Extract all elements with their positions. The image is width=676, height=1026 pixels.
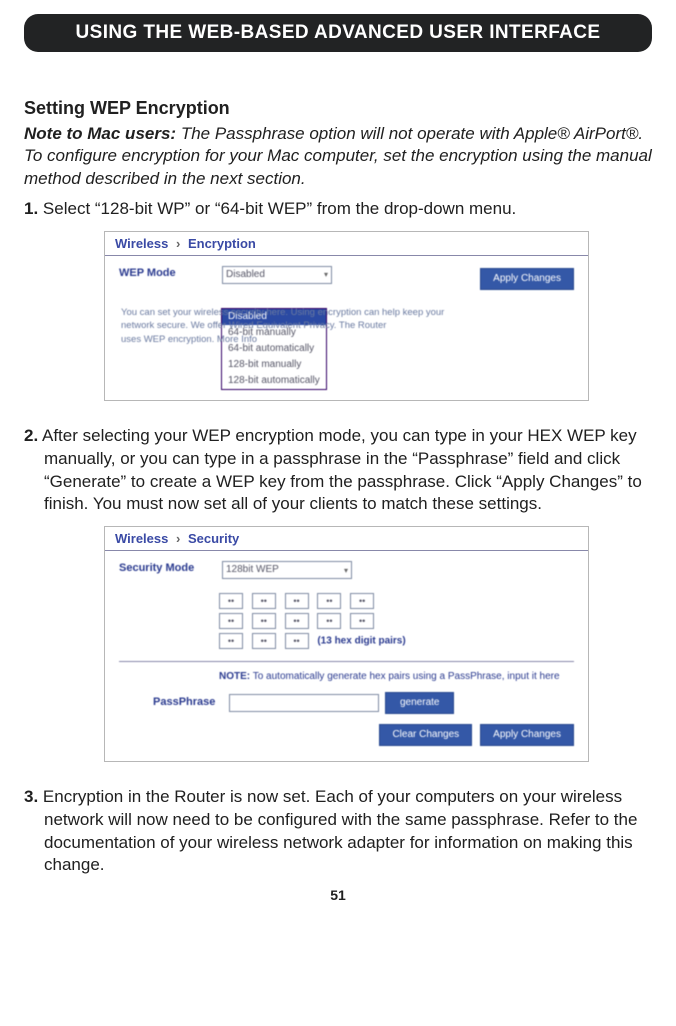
hex-row-3: •• •• •• (13 hex digit pairs) — [219, 633, 574, 649]
screenshot-security: Wireless › Security Security Mode 128bit… — [104, 526, 589, 762]
hex-input[interactable]: •• — [252, 633, 276, 649]
option-128-manual[interactable]: 128-bit manually — [222, 357, 326, 373]
apply-changes-button[interactable]: Apply Changes — [480, 724, 574, 746]
help-line3: uses WEP encryption. More Info — [121, 334, 257, 345]
mac-note-lead: Note to Mac users: — [24, 124, 176, 143]
help-line2: network secure. We offer Wired Equivalen… — [121, 320, 386, 331]
page-number: 51 — [24, 887, 652, 903]
hex-input[interactable]: •• — [219, 613, 243, 629]
step-3-text: Encryption in the Router is now set. Eac… — [43, 787, 638, 874]
hex-caption: (13 hex digit pairs) — [317, 636, 405, 647]
breadcrumb: Wireless › Encryption — [105, 232, 588, 256]
hex-input[interactable]: •• — [252, 593, 276, 609]
option-128-auto[interactable]: 128-bit automatically — [222, 373, 326, 389]
step-2-number: 2. — [24, 426, 38, 445]
hex-input[interactable]: •• — [285, 633, 309, 649]
page-title-bar: USING THE WEB-BASED ADVANCED USER INTERF… — [24, 14, 652, 52]
step-1-number: 1. — [24, 199, 38, 218]
step-3: 3. Encryption in the Router is now set. … — [24, 786, 652, 877]
step-1-text: Select “128-bit WP” or “64-bit WEP” from… — [43, 199, 516, 218]
hex-input[interactable]: •• — [317, 593, 341, 609]
clear-changes-button[interactable]: Clear Changes — [379, 724, 472, 746]
hex-input[interactable]: •• — [350, 613, 374, 629]
hex-input[interactable]: •• — [285, 613, 309, 629]
crumb-security: Security — [188, 531, 239, 546]
passphrase-label: PassPhrase — [153, 695, 223, 710]
crumb-wireless: Wireless — [115, 531, 168, 546]
security-mode-select[interactable]: 128bit WEP ▾ — [222, 561, 352, 579]
crumb-wireless: Wireless — [115, 236, 168, 251]
note-text: To automatically generate hex pairs usin… — [253, 671, 560, 682]
hex-input[interactable]: •• — [219, 633, 243, 649]
hex-input[interactable]: •• — [350, 593, 374, 609]
help-line1: You can set your wireless security here.… — [121, 307, 444, 318]
breadcrumb: Wireless › Security — [105, 527, 588, 551]
mac-users-note: Note to Mac users: The Passphrase option… — [24, 123, 652, 190]
hex-row-1: •• •• •• •• •• — [219, 593, 574, 609]
section-heading: Setting WEP Encryption — [24, 98, 652, 119]
note-label: NOTE: — [219, 671, 250, 682]
crumb-sep: › — [172, 236, 184, 251]
step-1: 1. Select “128-bit WP” or “64-bit WEP” f… — [24, 198, 652, 221]
hex-row-2: •• •• •• •• •• — [219, 613, 574, 629]
page-title: USING THE WEB-BASED ADVANCED USER INTERF… — [76, 22, 601, 44]
step-3-number: 3. — [24, 787, 38, 806]
hex-input[interactable]: •• — [285, 593, 309, 609]
wep-mode-label: WEP Mode — [119, 266, 214, 281]
wep-mode-value: Disabled — [226, 268, 265, 282]
chevron-down-icon: ▾ — [324, 269, 328, 280]
apply-changes-button[interactable]: Apply Changes — [480, 268, 574, 290]
hex-input[interactable]: •• — [252, 613, 276, 629]
security-mode-value: 128bit WEP — [226, 563, 279, 577]
screenshot-encryption: Wireless › Encryption WEP Mode Disabled … — [104, 231, 589, 401]
chevron-down-icon: ▾ — [344, 565, 348, 576]
hex-input[interactable]: •• — [219, 593, 243, 609]
passphrase-input[interactable] — [229, 694, 379, 712]
hex-input[interactable]: •• — [317, 613, 341, 629]
generate-button[interactable]: generate — [385, 692, 454, 714]
crumb-sep: › — [172, 531, 184, 546]
step-2: 2. After selecting your WEP encryption m… — [24, 425, 652, 516]
security-mode-label: Security Mode — [119, 561, 214, 576]
step-2-text: After selecting your WEP encryption mode… — [42, 426, 642, 513]
wep-mode-select[interactable]: Disabled ▾ — [222, 266, 332, 284]
crumb-encryption: Encryption — [188, 236, 256, 251]
